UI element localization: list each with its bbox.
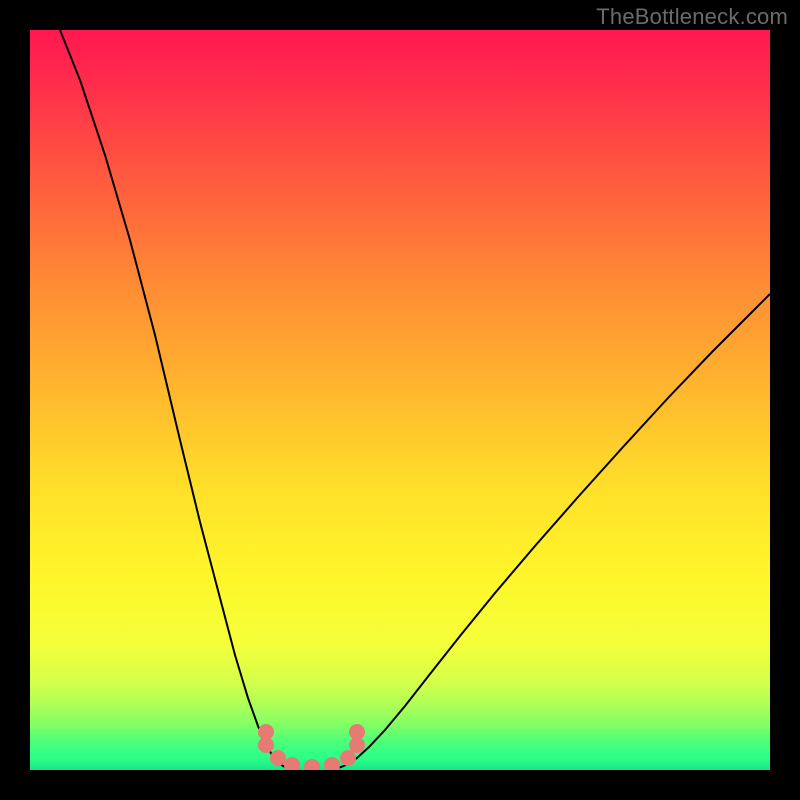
chart-frame: TheBottleneck.com [0, 0, 800, 800]
bottom-marker [304, 759, 320, 770]
curve-right-branch [336, 294, 770, 768]
curve-layer [30, 30, 770, 770]
bottom-marker [258, 737, 274, 753]
bottom-marker [340, 750, 356, 766]
bottom-marker-group [258, 724, 365, 770]
bottom-marker [349, 724, 365, 740]
curve-left-branch [60, 30, 292, 768]
bottom-marker [270, 750, 286, 766]
bottom-marker [284, 757, 300, 770]
plot-area [30, 30, 770, 770]
watermark-text: TheBottleneck.com [596, 4, 788, 30]
bottom-marker [324, 757, 340, 770]
